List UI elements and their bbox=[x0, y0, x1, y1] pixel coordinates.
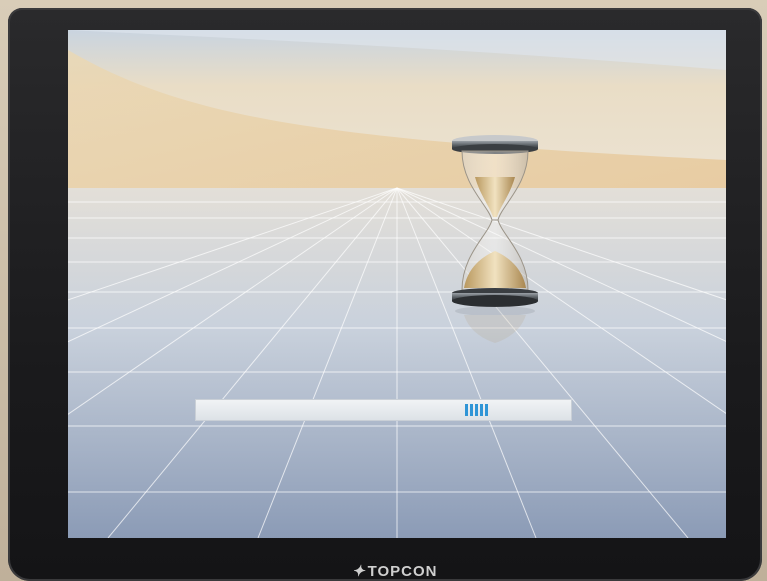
perspective-grid-background bbox=[68, 30, 726, 538]
progress-segment bbox=[470, 404, 473, 416]
loading-progress-bar bbox=[195, 399, 572, 421]
device-bezel bbox=[8, 8, 762, 581]
progress-segment bbox=[465, 404, 468, 416]
brand-logo: ✦ TOPCON bbox=[352, 562, 437, 580]
progress-segment bbox=[475, 404, 478, 416]
hourglass-icon bbox=[452, 135, 538, 343]
brand-name: TOPCON bbox=[367, 563, 438, 580]
brand-mark-icon: ✦ bbox=[352, 563, 366, 580]
progress-segment bbox=[480, 404, 483, 416]
progress-segment bbox=[485, 404, 488, 416]
loading-screen bbox=[68, 30, 726, 538]
